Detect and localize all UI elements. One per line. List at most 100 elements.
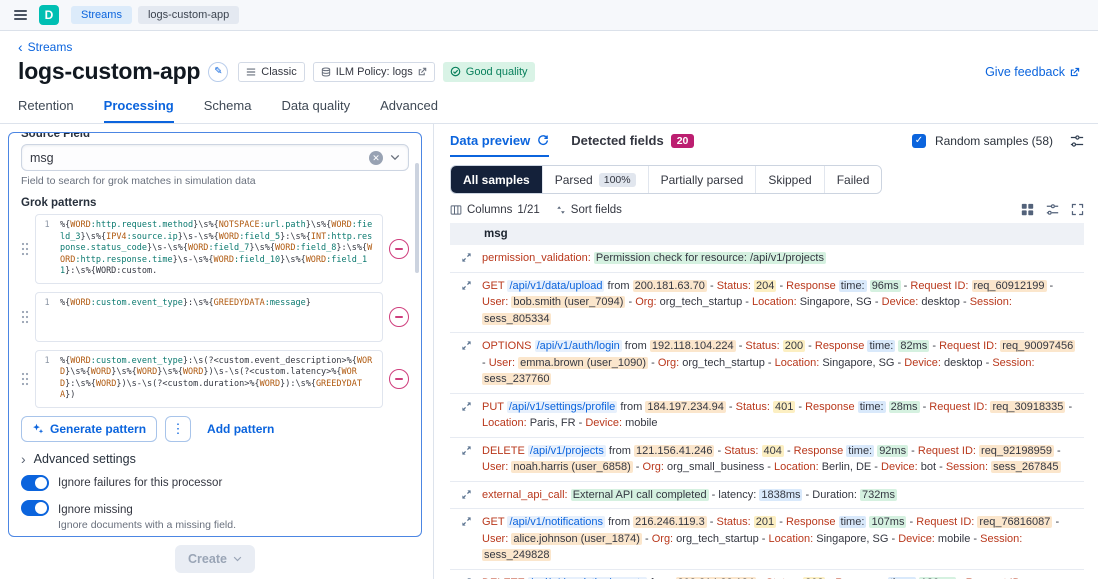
filter-label: Failed — [837, 173, 870, 187]
chevron-down-icon[interactable] — [390, 154, 400, 161]
table-row: GET /api/v1/data/upload from 200.181.63.… — [450, 273, 1084, 334]
preview-table-body: permission_validation: Permission check … — [450, 245, 1084, 579]
log-message: permission_validation: Permission check … — [482, 250, 1082, 267]
grid-toolbar: Columns 1/21 Sort fields — [450, 203, 1084, 216]
clear-field-icon[interactable]: ✕ — [369, 151, 383, 165]
drag-handle-icon[interactable] — [21, 310, 29, 324]
expand-row-icon[interactable] — [450, 443, 482, 476]
preview-tabs: Data preview Detected fields 20 ✓ Random… — [450, 133, 1084, 157]
ignore-failures-toggle[interactable] — [21, 475, 49, 491]
tab-data-preview[interactable]: Data preview — [450, 133, 549, 157]
filter-label: Parsed — [555, 173, 593, 187]
log-message: GET /api/v1/notifications from 216.246.1… — [482, 514, 1082, 564]
grok-pattern-row: 1 %{WORD:custom.event_type}:\s%{GREEDYDA… — [21, 292, 409, 342]
source-field-input[interactable]: msg ✕ — [21, 144, 409, 171]
tab-retention[interactable]: Retention — [18, 98, 74, 123]
classic-badge-label: Classic — [261, 66, 296, 78]
line-number: 1 — [36, 215, 58, 283]
table-row: OPTIONS /api/v1/auth/login from 192.118.… — [450, 333, 1084, 394]
data-preview-label: Data preview — [450, 133, 530, 148]
remove-pattern-button[interactable] — [389, 239, 409, 259]
log-message: PUT /api/v1/settings/profile from 184.19… — [482, 399, 1082, 432]
log-message: GET /api/v1/data/upload from 200.181.63.… — [482, 278, 1082, 328]
breadcrumb: Streams logs-custom-app — [71, 6, 239, 24]
expand-row-icon[interactable] — [450, 250, 482, 267]
refresh-icon[interactable] — [537, 135, 549, 147]
display-options-icon[interactable] — [1021, 203, 1034, 216]
columns-label: Columns — [467, 204, 512, 216]
page-tabs: Retention Processing Schema Data quality… — [0, 85, 1098, 124]
pattern-code-editor[interactable]: 1 %{WORD:http.request.method}\s%{NOTSPAC… — [35, 214, 383, 284]
menu-icon[interactable] — [14, 7, 27, 23]
pattern-actions: Generate pattern ⋮ Add pattern — [21, 416, 409, 442]
sort-icon — [556, 205, 566, 215]
drag-handle-icon[interactable] — [21, 242, 29, 256]
random-samples-checkbox[interactable]: ✓ — [912, 134, 926, 148]
more-options-button[interactable]: ⋮ — [165, 416, 191, 442]
tab-processing[interactable]: Processing — [104, 98, 174, 123]
grok-pattern-code[interactable]: %{WORD:custom.event_type}:\s%{GREEDYDATA… — [58, 293, 382, 341]
tab-data-quality[interactable]: Data quality — [281, 98, 350, 123]
table-row: DELETE /api/v1/analytics/reports from 20… — [450, 570, 1084, 579]
elastic-logo[interactable]: D — [39, 5, 59, 25]
expand-row-icon[interactable] — [450, 514, 482, 564]
filter-parsed[interactable]: Parsed 100% — [543, 166, 649, 193]
filter-partially-parsed[interactable]: Partially parsed — [649, 166, 757, 193]
ilm-badge-label: ILM Policy: logs — [336, 66, 413, 78]
pattern-code-editor[interactable]: 1 %{WORD:custom.event_type}:\s(?<custom.… — [35, 350, 383, 408]
row-height-icon[interactable] — [1046, 203, 1059, 216]
breadcrumb-current[interactable]: logs-custom-app — [138, 6, 239, 24]
expand-row-icon[interactable] — [450, 338, 482, 388]
table-row: PUT /api/v1/settings/profile from 184.19… — [450, 394, 1084, 438]
stream-lines-icon — [246, 67, 256, 77]
feedback-label: Give feedback — [985, 65, 1065, 79]
give-feedback-link[interactable]: Give feedback — [985, 65, 1080, 79]
chevron-left-icon: ‹ — [18, 42, 23, 52]
main-content: Source Field msg ✕ Field to search for g… — [0, 124, 1098, 579]
expand-row-icon[interactable] — [450, 399, 482, 432]
columns-selector[interactable]: Columns 1/21 — [450, 204, 540, 216]
tab-schema[interactable]: Schema — [204, 98, 252, 123]
back-to-streams-link[interactable]: ‹ Streams — [18, 40, 72, 54]
log-message: DELETE /api/v1/analytics/reports from 20… — [482, 575, 1082, 579]
edit-title-icon[interactable]: ✎ — [208, 62, 228, 82]
sort-fields-selector[interactable]: Sort fields — [556, 204, 622, 216]
log-message: external_api_call: External API call com… — [482, 487, 1082, 504]
advanced-settings-accordion[interactable]: › Advanced settings — [21, 452, 409, 466]
page-header: logs-custom-app ✎ Classic ILM Policy: lo… — [0, 56, 1098, 85]
remove-pattern-button[interactable] — [389, 369, 409, 389]
panel-scrollbar[interactable] — [415, 163, 419, 273]
msg-column-header: msg — [484, 228, 508, 240]
ignore-missing-toggle-row: Ignore missing Ignore documents with a m… — [21, 500, 409, 531]
table-row: DELETE /api/v1/projects from 121.156.41.… — [450, 438, 1084, 482]
pattern-code-editor[interactable]: 1 %{WORD:custom.event_type}:\s%{GREEDYDA… — [35, 292, 383, 342]
table-header[interactable]: msg — [450, 223, 1084, 245]
filter-skipped[interactable]: Skipped — [756, 166, 824, 193]
generate-pattern-button[interactable]: Generate pattern — [21, 416, 157, 442]
table-row: external_api_call: External API call com… — [450, 482, 1084, 510]
check-circle-icon — [450, 66, 461, 77]
tab-detected-fields[interactable]: Detected fields 20 — [571, 133, 694, 157]
fullscreen-icon[interactable] — [1071, 203, 1084, 216]
drag-handle-icon[interactable] — [21, 372, 29, 386]
ilm-policy-badge[interactable]: ILM Policy: logs — [313, 62, 435, 82]
create-button[interactable]: Create — [175, 545, 255, 573]
remove-pattern-button[interactable] — [389, 307, 409, 327]
chevron-down-icon — [233, 556, 242, 562]
quality-badge[interactable]: Good quality — [443, 62, 535, 82]
grok-pattern-row: 1 %{WORD:custom.event_type}:\s(?<custom.… — [21, 350, 409, 408]
grok-pattern-code[interactable]: %{WORD:http.request.method}\s%{NOTSPACE:… — [58, 215, 382, 283]
grid-toolbar-right — [1021, 203, 1084, 216]
sliders-icon[interactable] — [1070, 134, 1084, 148]
expand-row-icon[interactable] — [450, 487, 482, 504]
filter-all-samples[interactable]: All samples — [451, 166, 543, 193]
ignore-missing-toggle[interactable] — [21, 500, 49, 516]
grok-pattern-code[interactable]: %{WORD:custom.event_type}:\s(?<custom.ev… — [58, 351, 382, 407]
filter-failed[interactable]: Failed — [825, 166, 882, 193]
expand-row-icon[interactable] — [450, 278, 482, 328]
external-link-icon — [1070, 67, 1080, 77]
breadcrumb-streams[interactable]: Streams — [71, 6, 132, 24]
expand-row-icon[interactable] — [450, 575, 482, 579]
add-pattern-link[interactable]: Add pattern — [207, 422, 274, 436]
tab-advanced[interactable]: Advanced — [380, 98, 438, 123]
